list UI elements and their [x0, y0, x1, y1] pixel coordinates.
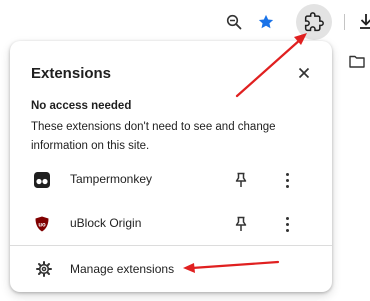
- section-heading: No access needed: [31, 100, 132, 112]
- divider: [10, 245, 332, 246]
- svg-text:uo: uo: [38, 223, 46, 229]
- gear-icon: [36, 261, 52, 277]
- ublock-origin-icon: uo: [34, 216, 50, 232]
- extension-name: uBlock Origin: [70, 216, 142, 230]
- tampermonkey-icon: [34, 172, 50, 188]
- more-vertical-icon[interactable]: [280, 170, 294, 190]
- close-icon: [298, 67, 310, 79]
- pin-icon[interactable]: [232, 171, 250, 189]
- extensions-puzzle-button[interactable]: [296, 4, 332, 40]
- extensions-panel: Extensions No access needed These extens…: [10, 41, 332, 292]
- extension-row-tampermonkey[interactable]: Tampermonkey: [10, 162, 332, 198]
- pin-icon[interactable]: [232, 215, 250, 233]
- section-description: These extensions don't need to see and c…: [31, 121, 276, 152]
- extension-name: Tampermonkey: [70, 172, 153, 186]
- manage-extensions-button[interactable]: Manage extensions: [10, 252, 332, 286]
- close-button[interactable]: [294, 63, 314, 83]
- panel-title: Extensions: [31, 65, 112, 82]
- zoom-out-icon[interactable]: [224, 12, 244, 32]
- extensions-puzzle-icon: [304, 12, 324, 32]
- extension-row-ublock-origin[interactable]: uo uBlock Origin: [10, 206, 332, 242]
- more-vertical-icon[interactable]: [280, 214, 294, 234]
- manage-extensions-label: Manage extensions: [70, 262, 175, 276]
- browser-toolbar: [0, 0, 370, 44]
- download-icon[interactable]: [357, 11, 370, 31]
- toolbar-separator: [344, 14, 345, 30]
- bookmark-star-icon[interactable]: [256, 12, 276, 32]
- folder-icon[interactable]: [348, 52, 366, 70]
